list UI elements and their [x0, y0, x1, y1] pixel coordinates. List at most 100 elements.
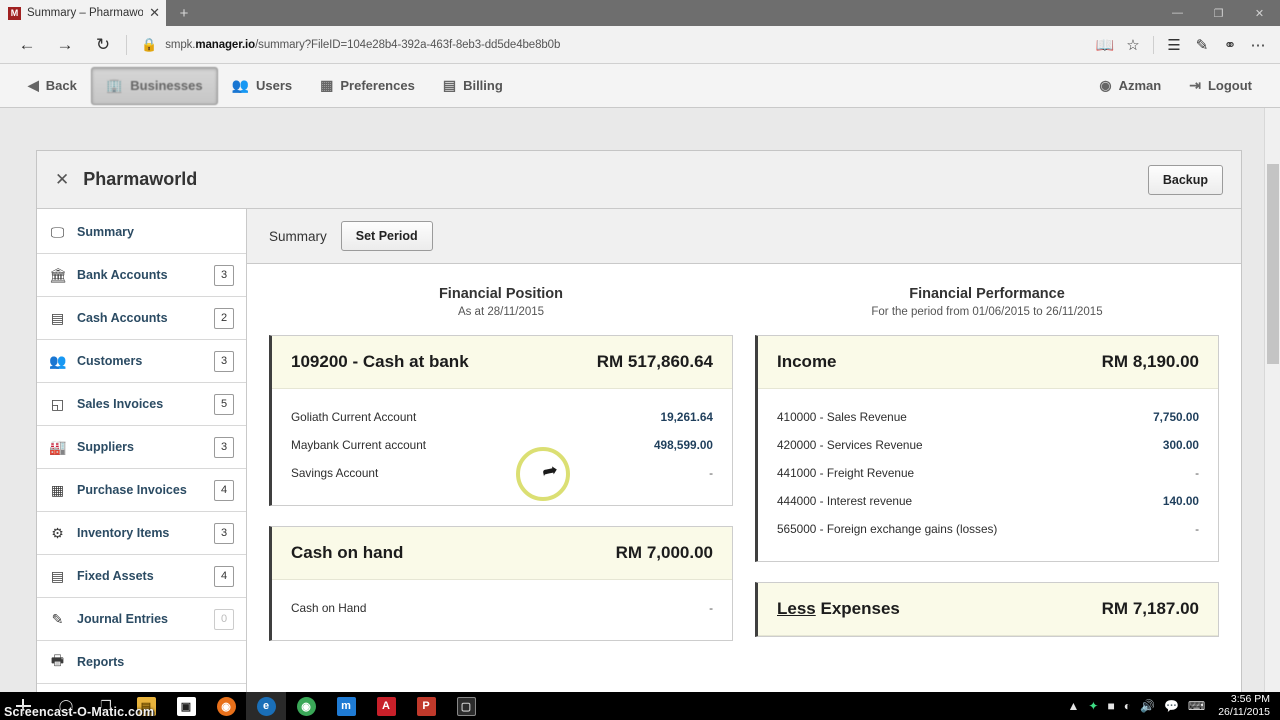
close-icon[interactable]: ✕	[55, 170, 69, 190]
forward-icon[interactable]: →	[46, 28, 84, 62]
sidebar-item-purchase-invoices[interactable]: ▦ Purchase Invoices 4	[37, 469, 246, 512]
list-item[interactable]: Goliath Current Account 19,261.64	[291, 403, 713, 431]
nav-item-logout[interactable]: ⇥ Logout	[1175, 67, 1266, 105]
panel-header: Income RM 8,190.00	[758, 336, 1218, 389]
taskbar-app-window[interactable]: ▢	[446, 692, 486, 720]
window-icon: ▢	[456, 696, 476, 716]
row-value: 300.00	[1162, 438, 1199, 452]
list-item[interactable]: 444000 - Interest revenue 140.00	[777, 487, 1199, 515]
nav-item-billing[interactable]: ▤ Billing	[429, 67, 517, 105]
panel-less-expenses[interactable]: Less Expenses RM 7,187.00	[755, 582, 1219, 637]
list-item[interactable]: 420000 - Services Revenue 300.00	[777, 431, 1199, 459]
chevron-up-icon[interactable]: ▲	[1068, 699, 1080, 713]
taskbar-app-manager[interactable]: m	[326, 692, 366, 720]
list-item[interactable]: Maybank Current account 498,599.00	[291, 431, 713, 459]
sidebar-item-reports[interactable]: 🖶 Reports	[37, 641, 246, 684]
list-item[interactable]: 441000 - Freight Revenue -	[777, 459, 1199, 487]
nav-item-users[interactable]: 👥 Users	[218, 67, 307, 105]
browser-tab[interactable]: M Summary – Pharmaworld ✕	[0, 0, 166, 26]
windows-taskbar: ◯ ❐ ▤ ▣ ◉ e ◉ m A P ▢ ▲ ✦ ■ ◐ 🔊 💬 ⌨ 3:56…	[0, 692, 1280, 720]
close-icon[interactable]: ✕	[149, 5, 160, 21]
financial-position-column: Financial Position As at 28/11/2015 1092…	[269, 286, 733, 661]
new-tab-button[interactable]: +	[166, 0, 202, 26]
system-tray: ▲ ✦ ■ ◐ 🔊 💬 ⌨ 3:56 PM 26/11/2015	[1068, 693, 1280, 719]
tab-title: Summary – Pharmaworld	[27, 7, 144, 19]
nav-item-label: Businesses	[130, 78, 203, 93]
scrollbar-thumb[interactable]	[1267, 164, 1279, 364]
financial-performance-subtitle: For the period from 01/06/2015 to 26/11/…	[871, 306, 1103, 318]
sidebar-item-cash-accounts[interactable]: ▤ Cash Accounts 2	[37, 297, 246, 340]
clock[interactable]: 3:56 PM 26/11/2015	[1214, 693, 1270, 719]
preferences-icon: ▦	[320, 77, 334, 93]
taskbar-app-store[interactable]: ▣	[166, 692, 206, 720]
maximize-icon[interactable]: ❐	[1198, 0, 1239, 26]
row-label: Savings Account	[291, 466, 379, 480]
manager-icon: m	[336, 696, 356, 716]
row-label: Goliath Current Account	[291, 410, 417, 424]
logout-icon: ⇥	[1189, 77, 1201, 93]
volume-icon[interactable]: 🔊	[1140, 699, 1155, 713]
list-item[interactable]: Savings Account -	[291, 459, 713, 487]
share-icon[interactable]: ⚭	[1216, 28, 1244, 62]
list-item[interactable]: 410000 - Sales Revenue 7,750.00	[777, 403, 1199, 431]
taskbar-app-firefox[interactable]: ◉	[206, 692, 246, 720]
panel-amount: RM 8,190.00	[1101, 352, 1199, 371]
user-avatar-icon: ◉	[1099, 77, 1112, 93]
sidebar-item-inventory-items[interactable]: ⚙ Inventory Items 3	[37, 512, 246, 555]
close-window-icon[interactable]: ✕	[1239, 0, 1280, 26]
sidebar-item-summary[interactable]: 🖵 Summary	[37, 211, 246, 254]
panel-rows: 410000 - Sales Revenue 7,750.00 420000 -…	[758, 389, 1218, 561]
action-center-icon[interactable]: 💬	[1164, 699, 1179, 713]
sidebar-item-suppliers[interactable]: 🏭 Suppliers 3	[37, 426, 246, 469]
sidebar-item-sales-invoices[interactable]: ◱ Sales Invoices 5	[37, 383, 246, 426]
panel-amount: RM 7,000.00	[615, 543, 713, 562]
sidebar-item-badge: 2	[214, 307, 234, 329]
vertical-scrollbar[interactable]	[1264, 108, 1280, 692]
taskbar-app-powerpoint[interactable]: P	[406, 692, 446, 720]
keyboard-icon[interactable]: ⌨	[1188, 699, 1205, 713]
nav-item-preferences[interactable]: ▦ Preferences	[306, 67, 429, 105]
back-icon[interactable]: ←	[8, 28, 46, 62]
sidebar-item-bank-accounts[interactable]: 🏛 Bank Accounts 3	[37, 254, 246, 297]
panel-income[interactable]: Income RM 8,190.00 410000 - Sales Revenu…	[755, 335, 1219, 562]
cash-icon: ▤	[50, 309, 65, 326]
building-icon: 🏢	[105, 77, 124, 93]
main-content: Summary Set Period Financial Position As…	[247, 209, 1241, 692]
wifi-icon[interactable]: ◐	[1124, 699, 1131, 713]
address-bar[interactable]: 🔒 smpk.manager.io/summary?FileID=104e28b…	[131, 28, 1091, 62]
browser-titlebar: M Summary – Pharmaworld ✕ + — ❐ ✕	[0, 0, 1280, 26]
nav-item-businesses[interactable]: 🏢 Businesses	[90, 66, 218, 105]
sidebar-item-label: Bank Accounts	[77, 268, 168, 282]
list-item[interactable]: Cash on Hand -	[291, 594, 713, 622]
monitor-icon: 🖵	[50, 223, 65, 240]
battery-icon[interactable]: ■	[1107, 699, 1114, 713]
backup-button[interactable]: Backup	[1147, 164, 1223, 195]
set-period-button[interactable]: Set Period	[340, 221, 433, 251]
nav-item-back[interactable]: ◀ Back	[14, 67, 91, 105]
panel-rows: Cash on Hand -	[272, 580, 732, 640]
row-value: -	[709, 466, 713, 480]
reading-view-icon[interactable]: 📖	[1091, 28, 1119, 62]
web-note-icon[interactable]: ✎	[1188, 28, 1216, 62]
more-icon[interactable]: ⋯	[1244, 28, 1272, 62]
refresh-icon[interactable]: ↻	[84, 28, 122, 62]
financial-performance-title: Financial Performance	[909, 286, 1065, 302]
panel-amount: RM 7,187.00	[1101, 599, 1199, 618]
panel-cash-on-hand[interactable]: Cash on hand RM 7,000.00 Cash on Hand -	[269, 526, 733, 641]
nav-item-account[interactable]: ◉ Azman	[1085, 67, 1175, 105]
taskbar-app-edge[interactable]: e	[246, 692, 286, 720]
sidebar-item-journal-entries[interactable]: ✎ Journal Entries 0	[37, 598, 246, 641]
list-item[interactable]: 565000 - Foreign exchange gains (losses)…	[777, 515, 1199, 543]
dropbox-icon[interactable]: ✦	[1088, 699, 1098, 713]
sidebar-item-customers[interactable]: 👥 Customers 3	[37, 340, 246, 383]
page-title: Pharmaworld	[83, 169, 198, 189]
hub-icon[interactable]: ☰	[1160, 28, 1188, 62]
adobe-reader-icon: A	[376, 696, 396, 716]
sidebar-item-fixed-assets[interactable]: ▤ Fixed Assets 4	[37, 555, 246, 598]
minimize-icon[interactable]: —	[1157, 0, 1198, 26]
favorites-star-icon[interactable]: ☆	[1119, 28, 1147, 62]
taskbar-app-adobe-reader[interactable]: A	[366, 692, 406, 720]
taskbar-app-chrome[interactable]: ◉	[286, 692, 326, 720]
panel-heading-main: Expenses	[820, 599, 900, 618]
panel-cash-at-bank[interactable]: 109200 - Cash at bank RM 517,860.64 Goli…	[269, 335, 733, 506]
